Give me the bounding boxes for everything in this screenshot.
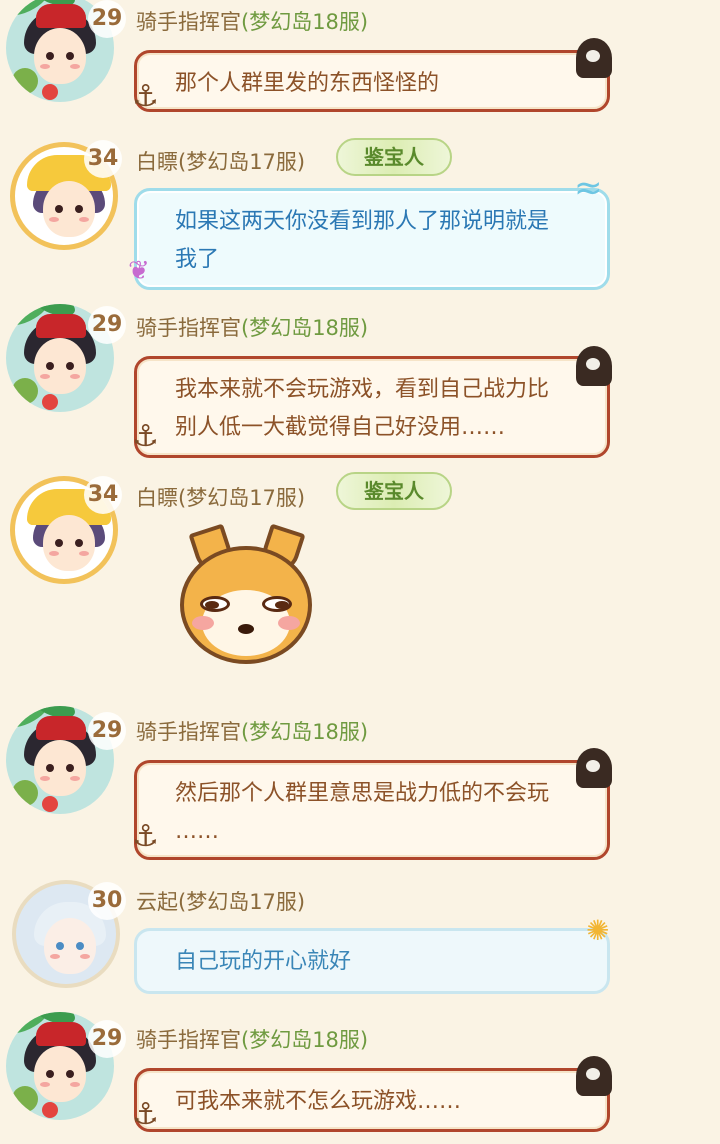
sender-name[interactable]: 骑手指挥官(梦幻岛18服) [136, 1024, 368, 1054]
level-badge: 30 [88, 882, 126, 920]
dog-face-sticker[interactable] [180, 523, 314, 666]
sender-nickname: 骑手指挥官 [136, 316, 241, 340]
message-text: 那个人群里发的东西怪怪的 [175, 71, 440, 96]
message-text-line: 然后那个人群里意思是战力低的不会玩 [175, 781, 550, 806]
sender-name[interactable]: 白瞟(梦幻岛17服) [136, 146, 305, 176]
splash-icon: ≈ [574, 168, 603, 208]
coral-icon: ❦ [128, 256, 150, 286]
sender-server: (梦幻岛18服) [241, 316, 369, 340]
anchor-icon: ⚓ [132, 819, 159, 854]
sender-nickname: 云起 [136, 890, 178, 914]
message-bubble[interactable]: 自己玩的开心就好 [134, 928, 610, 994]
pirate-hat-icon [576, 38, 612, 78]
pirate-hat-icon [576, 1056, 612, 1096]
message-bubble[interactable]: 我本来就不会玩游戏，看到自己战力比 别人低一大截觉得自己好没用…… [134, 356, 610, 458]
sender-name[interactable]: 骑手指挥官(梦幻岛18服) [136, 312, 368, 342]
title-badge[interactable]: 鉴宝人 [336, 138, 452, 176]
level-badge: 34 [84, 476, 122, 514]
message-text-line: 别人低一大截觉得自己好没用…… [175, 415, 506, 440]
message-bubble[interactable]: 那个人群里发的东西怪怪的 [134, 50, 610, 112]
message-text-line: 如果这两天你没看到那人了那说明就是 [175, 209, 550, 234]
sender-name[interactable]: 骑手指挥官(梦幻岛18服) [136, 6, 368, 36]
message-text-line: 我本来就不会玩游戏，看到自己战力比 [175, 377, 550, 402]
sender-nickname: 骑手指挥官 [136, 1028, 241, 1052]
sender-nickname: 白瞟 [136, 486, 178, 510]
level-badge: 29 [88, 0, 126, 38]
message-text-line: 我了 [175, 247, 220, 272]
message-text: 自己玩的开心就好 [175, 949, 352, 974]
message-bubble[interactable]: 然后那个人群里意思是战力低的不会玩 …… [134, 760, 610, 860]
title-badge[interactable]: 鉴宝人 [336, 472, 452, 510]
sender-nickname: 白瞟 [136, 150, 178, 174]
sender-name[interactable]: 骑手指挥官(梦幻岛18服) [136, 716, 368, 746]
sender-name[interactable]: 白瞟(梦幻岛17服) [136, 482, 305, 512]
level-badge: 29 [88, 306, 126, 344]
message-text-line: …… [175, 819, 219, 844]
message-text: 可我本来就不怎么玩游戏…… [175, 1089, 462, 1114]
sender-server: (梦幻岛17服) [178, 890, 306, 914]
sun-icon: ✺ [586, 914, 610, 947]
message-bubble[interactable]: 可我本来就不怎么玩游戏…… [134, 1068, 610, 1132]
anchor-icon: ⚓ [132, 1097, 159, 1132]
level-badge: 29 [88, 712, 126, 750]
sender-server: (梦幻岛17服) [178, 486, 306, 510]
sender-name[interactable]: 云起(梦幻岛17服) [136, 886, 305, 916]
sender-nickname: 骑手指挥官 [136, 720, 241, 744]
message-bubble[interactable]: 如果这两天你没看到那人了那说明就是 我了 [134, 188, 610, 290]
level-badge: 34 [84, 140, 122, 178]
sender-server: (梦幻岛18服) [241, 1028, 369, 1052]
sender-server: (梦幻岛18服) [241, 720, 369, 744]
pirate-hat-icon [576, 748, 612, 788]
sender-nickname: 骑手指挥官 [136, 10, 241, 34]
anchor-icon: ⚓ [132, 79, 159, 114]
pirate-hat-icon [576, 346, 612, 386]
level-badge: 29 [88, 1020, 126, 1058]
anchor-icon: ⚓ [132, 419, 159, 454]
sender-server: (梦幻岛17服) [178, 150, 306, 174]
sender-server: (梦幻岛18服) [241, 10, 369, 34]
